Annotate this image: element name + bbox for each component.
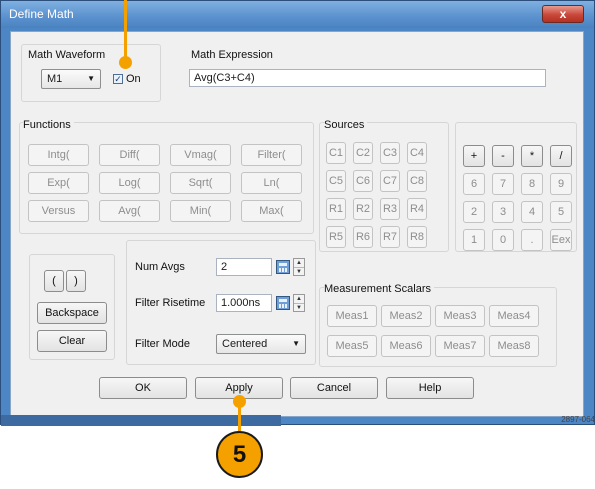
filter-mode-select-value: Centered — [222, 338, 268, 350]
function-button-8[interactable]: Versus — [28, 200, 89, 222]
callout-line-top — [124, 0, 127, 62]
backspace-button[interactable]: Backspace — [37, 302, 107, 324]
on-checkbox-label: On — [126, 73, 141, 85]
callout-badge: 5 — [216, 431, 263, 478]
cancel-button[interactable]: Cancel — [290, 377, 378, 399]
measurement-button-3[interactable]: Meas4 — [489, 305, 539, 327]
function-button-9[interactable]: Avg( — [99, 200, 160, 222]
source-button-5[interactable]: C6 — [353, 170, 373, 192]
filter-risetime-label: Filter Risetime — [135, 297, 206, 309]
keypad-button-13[interactable]: 0 — [492, 229, 514, 251]
function-button-10[interactable]: Min( — [170, 200, 231, 222]
function-button-7[interactable]: Ln( — [241, 172, 302, 194]
filter-mode-label: Filter Mode — [135, 338, 191, 350]
on-checkbox[interactable]: ✓ — [113, 74, 123, 84]
close-button[interactable]: x — [542, 5, 584, 23]
keypad-button-8[interactable]: 2 — [463, 201, 485, 223]
filter-mode-select[interactable]: Centered ▼ — [216, 334, 306, 354]
function-button-5[interactable]: Log( — [99, 172, 160, 194]
define-math-window: Define Math x Math Waveform M1 ▼ ✓ On Ma… — [0, 0, 595, 426]
chevron-down-icon: ▼ — [87, 74, 95, 83]
source-button-2[interactable]: C3 — [380, 142, 400, 164]
function-button-3[interactable]: Filter( — [241, 144, 302, 166]
keypad-button-1[interactable]: - — [492, 145, 514, 167]
measurement-button-1[interactable]: Meas2 — [381, 305, 431, 327]
close-paren-button[interactable]: ) — [66, 270, 86, 292]
source-button-13[interactable]: R6 — [353, 226, 373, 248]
title-bar[interactable]: Define Math x — [1, 1, 594, 28]
help-button[interactable]: Help — [386, 377, 474, 399]
source-button-1[interactable]: C2 — [353, 142, 373, 164]
num-avgs-field[interactable]: 2 — [216, 258, 272, 276]
measurement-scalars-label: Measurement Scalars — [324, 283, 434, 295]
source-button-0[interactable]: C1 — [326, 142, 346, 164]
measurement-button-5[interactable]: Meas6 — [381, 335, 431, 357]
chevron-down-icon: ▼ — [292, 339, 300, 348]
filter-risetime-spinner[interactable]: ▲ ▼ — [293, 294, 305, 312]
function-button-6[interactable]: Sqrt( — [170, 172, 231, 194]
measurement-button-0[interactable]: Meas1 — [327, 305, 377, 327]
function-button-1[interactable]: Diff( — [99, 144, 160, 166]
keypad-button-4[interactable]: 6 — [463, 173, 485, 195]
math-waveform-select[interactable]: M1 ▼ — [41, 69, 101, 89]
function-button-11[interactable]: Max( — [241, 200, 302, 222]
function-button-4[interactable]: Exp( — [28, 172, 89, 194]
filter-risetime-field[interactable]: 1.000ns — [216, 294, 272, 312]
figure-id: 2897-064 — [561, 415, 595, 424]
math-waveform-label: Math Waveform — [28, 49, 106, 61]
math-expression-field[interactable]: Avg(C3+C4) — [189, 69, 546, 87]
window-title: Define Math — [9, 7, 74, 21]
source-button-8[interactable]: R1 — [326, 198, 346, 220]
calculator-icon[interactable] — [276, 296, 290, 310]
keypad-button-2[interactable]: * — [521, 145, 543, 167]
measurement-button-6[interactable]: Meas7 — [435, 335, 485, 357]
function-button-0[interactable]: Intg( — [28, 144, 89, 166]
callout-dot-top — [119, 56, 132, 69]
keypad-button-3[interactable]: / — [550, 145, 572, 167]
measurement-button-7[interactable]: Meas8 — [489, 335, 539, 357]
keypad-button-9[interactable]: 3 — [492, 201, 514, 223]
source-button-10[interactable]: R3 — [380, 198, 400, 220]
function-button-2[interactable]: Vmag( — [170, 144, 231, 166]
math-waveform-select-value: M1 — [47, 73, 63, 85]
open-paren-button[interactable]: ( — [44, 270, 64, 292]
source-button-12[interactable]: R5 — [326, 226, 346, 248]
source-button-9[interactable]: R2 — [353, 198, 373, 220]
keypad-button-10[interactable]: 4 — [521, 201, 543, 223]
keypad-button-14[interactable]: . — [521, 229, 543, 251]
source-button-11[interactable]: R4 — [407, 198, 427, 220]
keypad-button-6[interactable]: 8 — [521, 173, 543, 195]
source-button-3[interactable]: C4 — [407, 142, 427, 164]
clear-button[interactable]: Clear — [37, 330, 107, 352]
keypad-button-15[interactable]: Eex — [550, 229, 572, 251]
keypad-button-11[interactable]: 5 — [550, 201, 572, 223]
ok-button[interactable]: OK — [99, 377, 187, 399]
source-button-15[interactable]: R8 — [407, 226, 427, 248]
source-button-7[interactable]: C8 — [407, 170, 427, 192]
num-avgs-spinner[interactable]: ▲ ▼ — [293, 258, 305, 276]
measurement-button-2[interactable]: Meas3 — [435, 305, 485, 327]
measurement-button-4[interactable]: Meas5 — [327, 335, 377, 357]
source-button-6[interactable]: C7 — [380, 170, 400, 192]
keypad-button-0[interactable]: + — [463, 145, 485, 167]
keypad-button-12[interactable]: 1 — [463, 229, 485, 251]
dialog-body: Math Waveform M1 ▼ ✓ On Math Expression … — [10, 31, 584, 417]
sources-label: Sources — [324, 119, 368, 131]
source-button-14[interactable]: R7 — [380, 226, 400, 248]
calculator-icon[interactable] — [276, 260, 290, 274]
math-expression-label: Math Expression — [191, 49, 273, 61]
num-avgs-label: Num Avgs — [135, 261, 185, 273]
functions-label: Functions — [23, 119, 74, 131]
keypad-button-5[interactable]: 7 — [492, 173, 514, 195]
keypad-button-7[interactable]: 9 — [550, 173, 572, 195]
source-button-4[interactable]: C5 — [326, 170, 346, 192]
